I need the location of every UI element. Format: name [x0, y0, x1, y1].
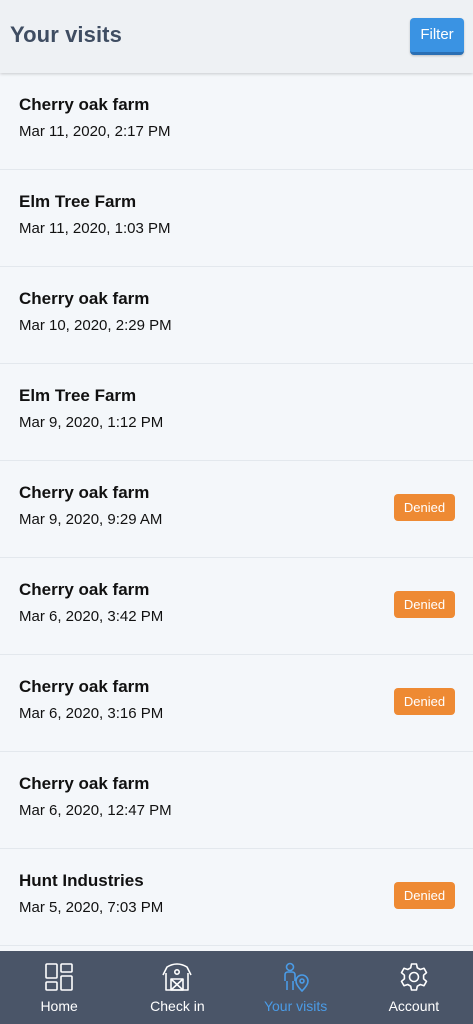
- denied-status-badge: Denied: [394, 591, 455, 618]
- visit-date: Mar 6, 2020, 12:47 PM: [19, 802, 172, 819]
- list-item[interactable]: Cherry oak farm Mar 9, 2020, 9:29 AM Den…: [0, 461, 473, 558]
- tab-label: Home: [40, 998, 78, 1014]
- visit-date: Mar 5, 2020, 7:03 PM: [19, 899, 164, 916]
- visit-farm-name: Cherry oak farm: [19, 483, 150, 502]
- person-location-icon: [283, 962, 309, 992]
- visit-farm-name: Elm Tree Farm: [19, 386, 137, 405]
- list-item[interactable]: Cherry oak farm Mar 11, 2020, 2:17 PM: [0, 73, 473, 170]
- visits-list: Cherry oak farm Mar 11, 2020, 2:17 PM El…: [0, 73, 473, 946]
- visit-farm-name: Hunt Industries: [19, 871, 144, 890]
- visit-farm-name: Cherry oak farm: [19, 774, 150, 793]
- visit-date: Mar 6, 2020, 3:16 PM: [19, 705, 164, 722]
- denied-status-badge: Denied: [394, 494, 455, 521]
- list-item[interactable]: Elm Tree Farm Mar 11, 2020, 1:03 PM: [0, 170, 473, 267]
- tab-your-visits[interactable]: Your visits: [237, 951, 355, 1024]
- page-title: Your visits: [10, 22, 122, 47]
- list-item[interactable]: Cherry oak farm Mar 10, 2020, 2:29 PM: [0, 267, 473, 364]
- denied-status-badge: Denied: [394, 882, 455, 909]
- denied-status-badge: Denied: [394, 688, 455, 715]
- gear-icon: [400, 963, 428, 991]
- list-item[interactable]: Hunt Industries Mar 5, 2020, 7:03 PM Den…: [0, 849, 473, 946]
- visit-date: Mar 11, 2020, 1:03 PM: [19, 220, 171, 237]
- tab-label: Account: [388, 998, 440, 1014]
- list-item[interactable]: Cherry oak farm Mar 6, 2020, 3:16 PM Den…: [0, 655, 473, 752]
- list-item[interactable]: Cherry oak farm Mar 6, 2020, 12:47 PM: [0, 752, 473, 849]
- visit-date: Mar 10, 2020, 2:29 PM: [19, 317, 172, 334]
- home-grid-icon: [45, 963, 73, 991]
- tab-label: Check in: [150, 998, 205, 1014]
- visit-farm-name: Cherry oak farm: [19, 580, 150, 599]
- visit-farm-name: Cherry oak farm: [19, 289, 150, 308]
- visit-date: Mar 9, 2020, 1:12 PM: [19, 414, 164, 431]
- barn-icon: [162, 963, 193, 991]
- visit-farm-name: Cherry oak farm: [19, 95, 150, 114]
- tab-home[interactable]: Home: [0, 951, 118, 1024]
- visit-date: Mar 9, 2020, 9:29 AM: [19, 511, 163, 528]
- tab-label: Your visits: [263, 998, 328, 1014]
- filter-button[interactable]: Filter: [410, 18, 464, 55]
- list-item[interactable]: Cherry oak farm Mar 6, 2020, 3:42 PM Den…: [0, 558, 473, 655]
- visit-date: Mar 6, 2020, 3:42 PM: [19, 608, 164, 625]
- app-header: Your visits Filter: [0, 0, 473, 73]
- list-item[interactable]: Elm Tree Farm Mar 9, 2020, 1:12 PM: [0, 364, 473, 461]
- visit-date: Mar 11, 2020, 2:17 PM: [19, 123, 171, 140]
- tab-account[interactable]: Account: [355, 951, 473, 1024]
- tab-check-in[interactable]: Check in: [118, 951, 236, 1024]
- bottom-tab-bar: Home Check in Your visits Account: [0, 951, 473, 1024]
- visit-farm-name: Elm Tree Farm: [19, 192, 137, 211]
- visit-farm-name: Cherry oak farm: [19, 677, 150, 696]
